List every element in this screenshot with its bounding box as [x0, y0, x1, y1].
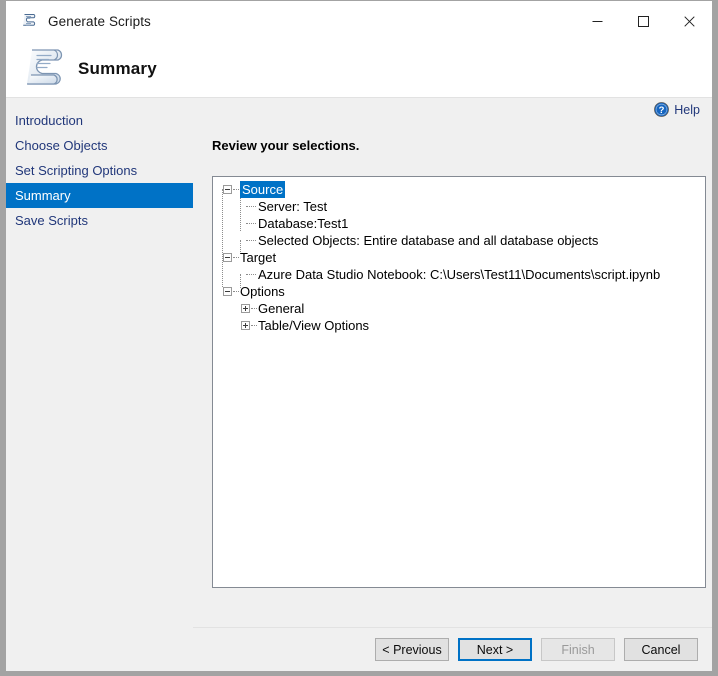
sidebar-item-introduction[interactable]: Introduction [6, 108, 193, 133]
tree-connector [233, 257, 239, 259]
tree-row[interactable]: Server: Test [218, 198, 705, 215]
sidebar-item-save-scripts[interactable]: Save Scripts [6, 208, 193, 233]
tree-row[interactable]: Database:Test1 [218, 215, 705, 232]
finish-button: Finish [541, 638, 615, 661]
minimize-button[interactable] [574, 1, 620, 41]
review-heading: Review your selections. [212, 138, 359, 153]
previous-button[interactable]: < Previous [375, 638, 449, 661]
sidebar-item-label: Introduction [15, 113, 83, 128]
generate-scripts-window: Generate Scripts [0, 0, 718, 676]
sidebar-item-label: Summary [15, 188, 71, 203]
tree-toggle-minus-icon[interactable] [223, 253, 232, 262]
wizard-sidebar: Introduction Choose Objects Set Scriptin… [6, 98, 193, 671]
help-label: Help [674, 103, 700, 117]
sidebar-item-label: Set Scripting Options [15, 163, 137, 178]
cancel-button[interactable]: Cancel [624, 638, 698, 661]
tree-item-label: Table/View Options [258, 317, 369, 334]
window-title: Generate Scripts [48, 14, 151, 29]
tree-toggle-plus-icon[interactable] [241, 304, 250, 313]
tree-connector [246, 274, 256, 276]
sidebar-item-set-scripting-options[interactable]: Set Scripting Options [6, 158, 193, 183]
tree-connector [246, 223, 256, 225]
tree-connector [246, 206, 256, 208]
tree-item-label: Database:Test1 [258, 215, 348, 232]
tree-row[interactable]: General [218, 300, 705, 317]
script-scroll-icon-large [18, 44, 70, 94]
tree-row[interactable]: Selected Objects: Entire database and al… [218, 232, 705, 249]
tree-row[interactable]: Target [218, 249, 705, 266]
sidebar-item-choose-objects[interactable]: Choose Objects [6, 133, 193, 158]
window-controls [574, 1, 712, 41]
tree-toggle-minus-icon[interactable] [223, 287, 232, 296]
sidebar-item-label: Save Scripts [15, 213, 88, 228]
main-panel: ? Help Review your selections. [193, 98, 712, 671]
sidebar-item-summary[interactable]: Summary [6, 183, 193, 208]
tree-row[interactable]: Table/View Options [218, 317, 705, 334]
page-title: Summary [78, 59, 157, 79]
tree-row[interactable]: Options [218, 283, 705, 300]
question-circle-icon: ? [654, 102, 669, 117]
tree-connector [233, 291, 239, 293]
title-bar: Generate Scripts [6, 1, 712, 41]
tree-connector [251, 325, 257, 327]
next-button[interactable]: Next > [458, 638, 532, 661]
tree-item-label: Server: Test [258, 198, 327, 215]
script-scroll-icon [20, 12, 38, 30]
tree-item-label: Options [240, 283, 285, 300]
tree-toggle-plus-icon[interactable] [241, 321, 250, 330]
tree-item-label: Selected Objects: Entire database and al… [258, 232, 598, 249]
tree-item-label: Target [240, 249, 276, 266]
tree-item-label: Azure Data Studio Notebook: C:\Users\Tes… [258, 266, 660, 283]
maximize-button[interactable] [620, 1, 666, 41]
tree-connector [251, 308, 257, 310]
tree-connector [233, 189, 239, 191]
wizard-button-bar: < Previous Next > Finish Cancel [193, 628, 712, 671]
tree-connector [246, 240, 256, 242]
tree-row[interactable]: Azure Data Studio Notebook: C:\Users\Tes… [218, 266, 705, 283]
summary-tree-panel[interactable]: Source Server: Test Database:Test1 Selec… [212, 176, 706, 588]
tree-toggle-minus-icon[interactable] [223, 185, 232, 194]
close-button[interactable] [666, 1, 712, 41]
summary-tree: Source Server: Test Database:Test1 Selec… [213, 177, 705, 334]
page-header: Summary [6, 41, 712, 97]
help-link[interactable]: ? Help [654, 102, 700, 117]
sidebar-item-label: Choose Objects [15, 138, 108, 153]
tree-row[interactable]: Source [218, 181, 705, 198]
svg-text:?: ? [659, 105, 665, 116]
tree-item-label: Source [240, 181, 285, 198]
tree-item-label: General [258, 300, 304, 317]
